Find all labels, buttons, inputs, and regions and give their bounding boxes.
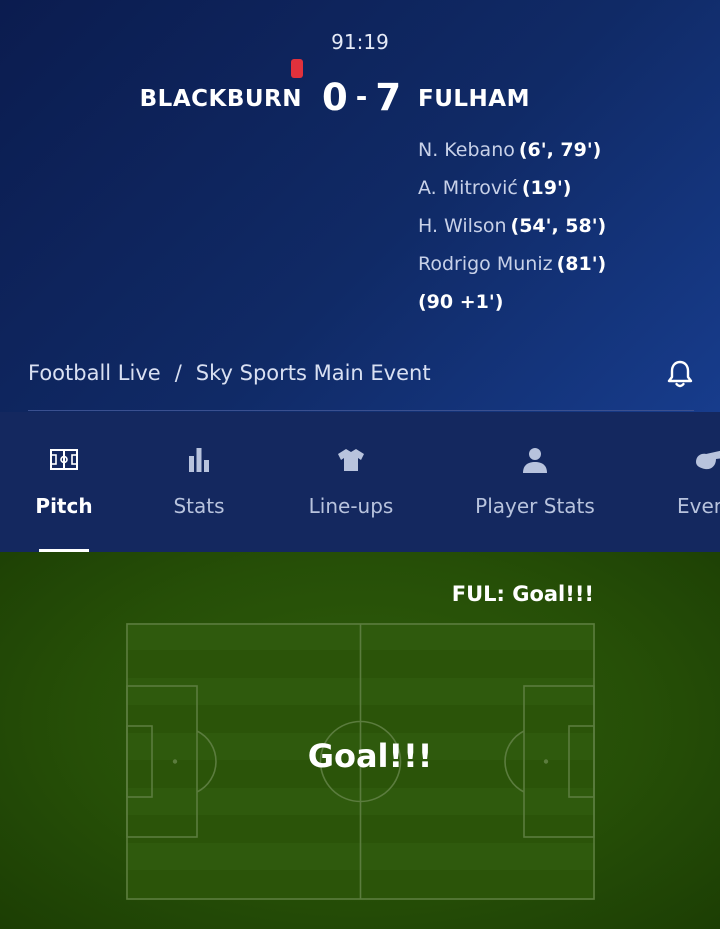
home-score: 0 <box>322 76 348 119</box>
scorer-minutes: (54', 58') <box>510 215 607 237</box>
scorer-minutes: (81') <box>556 253 607 275</box>
breadcrumb-separator: / <box>174 361 182 385</box>
scorer-minutes: (6', 79') <box>518 139 602 161</box>
scorer-row: N. Kebano (6', 79') <box>418 131 606 169</box>
scoreline: 0-7 <box>322 76 401 119</box>
shirt-icon <box>335 446 367 474</box>
away-team-name: FULHAM <box>418 86 530 112</box>
header-divider <box>28 410 694 411</box>
away-score: 7 <box>375 76 402 119</box>
scorer-row: A. Mitrović (19') <box>418 169 606 207</box>
breadcrumb-section[interactable]: Football Live <box>28 361 161 385</box>
tab-label: Stats <box>173 494 225 518</box>
red-card-icon <box>291 59 303 78</box>
away-scorers-list: N. Kebano (6', 79') A. Mitrović (19') H. W… <box>418 131 606 321</box>
home-team-name: BLACKBURN <box>139 86 302 112</box>
tab-events[interactable]: Even <box>670 412 720 552</box>
event-title: FUL: Goal!!! <box>451 582 594 606</box>
tab-line-ups[interactable]: Line-ups <box>302 412 400 552</box>
tab-label: Even <box>677 494 720 518</box>
scorer-name: H. Wilson <box>418 215 507 237</box>
scorer-name: Rodrigo Muniz <box>418 253 553 275</box>
tab-player-stats[interactable]: Player Stats <box>470 412 600 552</box>
tab-label: Line-ups <box>308 494 394 518</box>
scorer-name: A. Mitrović <box>418 177 518 199</box>
scorer-name: N. Kebano <box>418 139 515 161</box>
scorer-row: Rodrigo Muniz (81') <box>418 245 606 283</box>
scorer-minutes: (19') <box>521 177 572 199</box>
scorer-row: H. Wilson (54', 58') <box>418 207 606 245</box>
score-separator: - <box>355 80 368 113</box>
goal-announcement: Goal!!! <box>307 737 433 775</box>
tab-bar: Pitch Stats Line-ups Player Stats Eve <box>0 412 720 552</box>
scorer-minutes: (90 +1') <box>418 291 504 313</box>
bar-chart-icon <box>183 446 215 474</box>
scorer-row: (90 +1') <box>418 283 606 321</box>
pitch-icon <box>48 446 80 474</box>
tab-label: Player Stats <box>475 494 595 518</box>
person-icon <box>519 446 551 474</box>
pitch-view: FUL: Goal!!! Goal!!! <box>0 552 720 929</box>
whistle-icon <box>694 446 720 474</box>
match-header: 91:19 BLACKBURN 0-7 FULHAM N. Kebano (6',… <box>0 0 720 412</box>
bell-icon[interactable] <box>666 359 694 389</box>
breadcrumb: Football Live / Sky Sports Main Event <box>28 361 431 385</box>
match-clock: 91:19 <box>331 30 389 54</box>
breadcrumb-channel[interactable]: Sky Sports Main Event <box>196 361 431 385</box>
tab-pitch[interactable]: Pitch <box>24 412 104 552</box>
tab-label: Pitch <box>35 494 93 518</box>
tab-stats[interactable]: Stats <box>158 412 240 552</box>
